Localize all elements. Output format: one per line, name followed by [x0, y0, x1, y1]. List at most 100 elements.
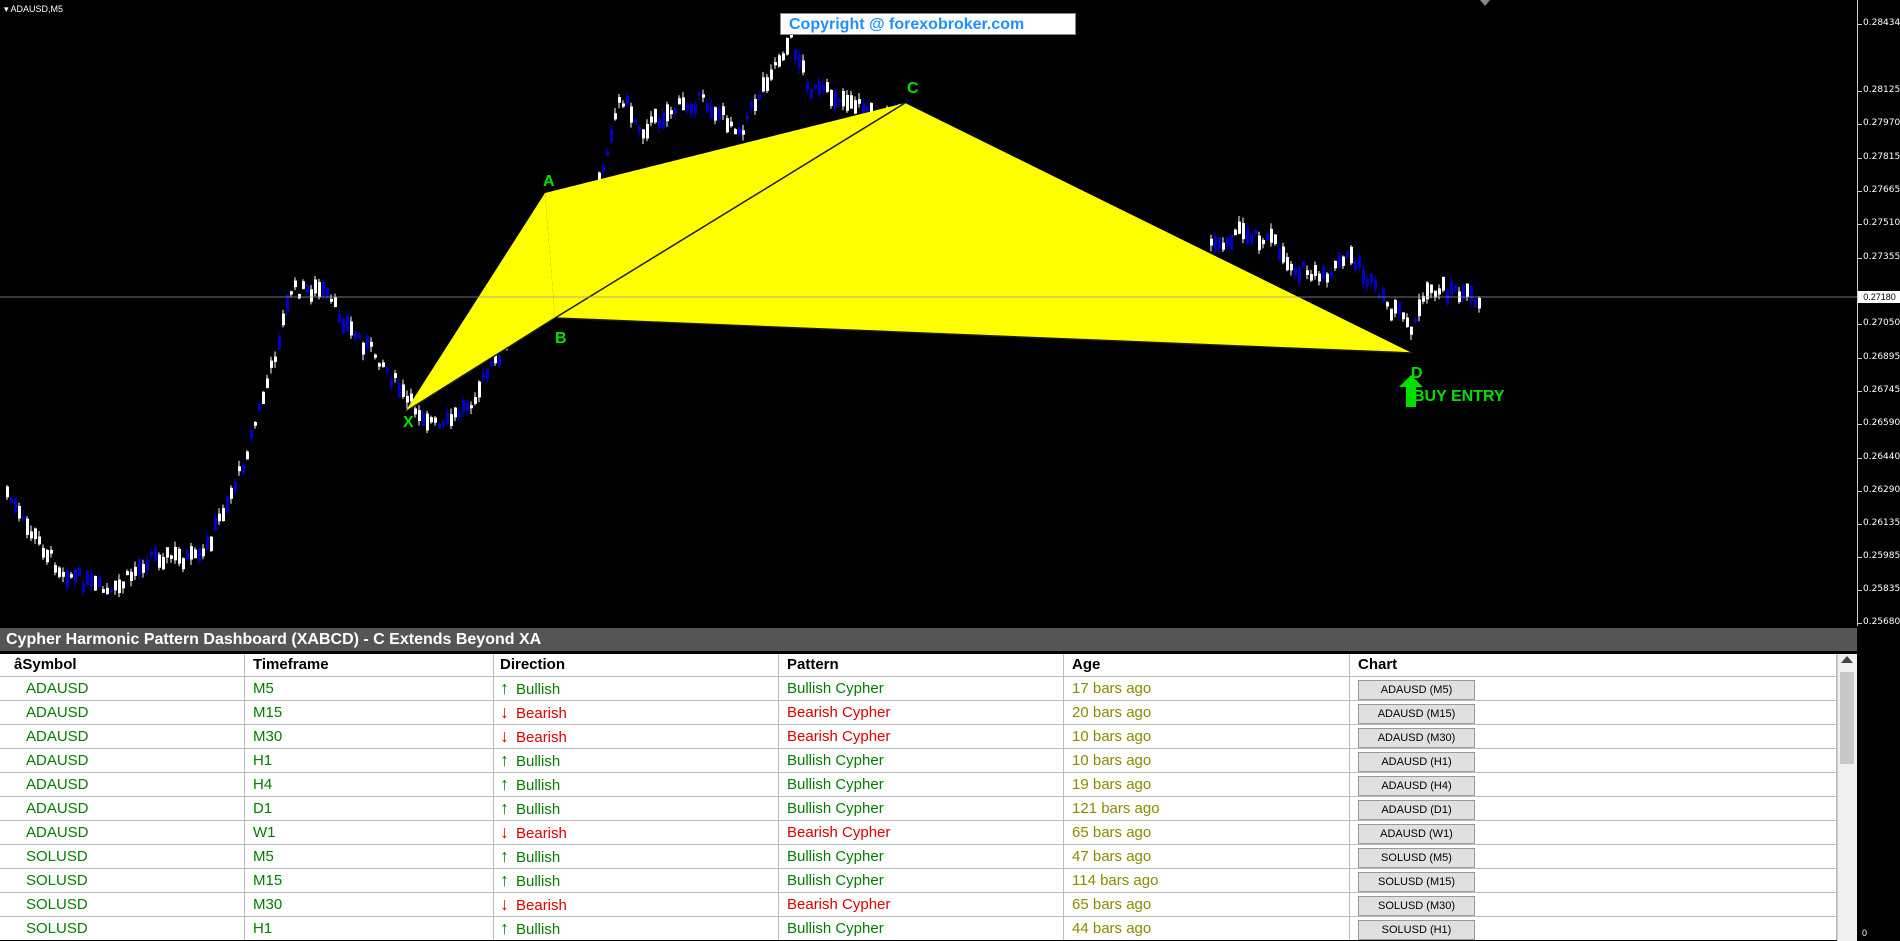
- table-row[interactable]: ADAUSD M30 ↓ Bearish Bearish Cypher 10 bars a…: [0, 724, 1837, 748]
- table-scrollbar[interactable]: [1837, 654, 1857, 941]
- candle-body: [1278, 248, 1281, 261]
- cell-symbol: SOLUSD: [0, 845, 245, 868]
- cell-chart: ADAUSD (M5): [1350, 677, 1837, 700]
- open-chart-button[interactable]: ADAUSD (M30): [1358, 728, 1475, 748]
- candle-body: [122, 581, 125, 589]
- table-row[interactable]: ADAUSD H1 ↑ Bullish Bullish Cypher 10 bars ag…: [0, 748, 1837, 772]
- candle-body: [1334, 260, 1337, 269]
- candle-body: [142, 563, 145, 573]
- table-row[interactable]: SOLUSD H1 ↑ Bullish Bullish Cypher 44 bars ag…: [0, 916, 1837, 940]
- open-chart-button[interactable]: SOLUSD (H1): [1358, 920, 1475, 940]
- candle-body: [194, 549, 197, 559]
- header-timeframe[interactable]: Timeframe: [245, 654, 494, 676]
- price-tick: [1858, 191, 1862, 192]
- open-chart-button[interactable]: ADAUSD (D1): [1358, 800, 1475, 820]
- header-direction[interactable]: Direction: [494, 654, 779, 676]
- chart-canvas[interactable]: [0, 0, 1857, 626]
- scroll-up-icon[interactable]: [1841, 656, 1853, 663]
- price-tick: [1858, 324, 1862, 325]
- open-chart-button[interactable]: ADAUSD (W1): [1358, 824, 1475, 844]
- table-row[interactable]: ADAUSD M5 ↑ Bullish Bullish Cypher 17 bars ag…: [0, 676, 1837, 700]
- cell-age: 17 bars ago: [1064, 677, 1350, 700]
- cell-chart: SOLUSD (M15): [1350, 869, 1837, 892]
- cell-direction: ↓ Bearish: [494, 821, 779, 844]
- cell-timeframe: M5: [245, 845, 494, 868]
- candle-body: [1354, 260, 1357, 271]
- header-pattern[interactable]: Pattern: [779, 654, 1064, 676]
- open-chart-button[interactable]: ADAUSD (M15): [1358, 704, 1475, 724]
- current-price-label: 0.27180: [1858, 291, 1900, 303]
- candle-body: [70, 574, 73, 578]
- scroll-thumb[interactable]: [1840, 672, 1854, 764]
- header-chart[interactable]: Chart: [1350, 654, 1837, 676]
- candle-body: [650, 116, 653, 123]
- open-chart-button[interactable]: SOLUSD (M15): [1358, 872, 1475, 892]
- chart-shift-marker-icon[interactable]: [1480, 0, 1490, 6]
- candle-body: [1370, 274, 1373, 283]
- candle-body: [146, 559, 149, 571]
- candle-body: [1346, 251, 1349, 258]
- candle-body: [1258, 235, 1261, 251]
- candle-body: [218, 513, 221, 522]
- candle-body: [34, 528, 37, 540]
- candle-body: [430, 417, 433, 423]
- candle-body: [258, 404, 261, 411]
- open-chart-button[interactable]: ADAUSD (M5): [1358, 680, 1475, 700]
- cell-symbol: ADAUSD: [0, 701, 245, 724]
- open-chart-button[interactable]: ADAUSD (H4): [1358, 776, 1475, 796]
- candle-body: [38, 536, 41, 545]
- cell-age: 65 bars ago: [1064, 893, 1350, 916]
- header-symbol[interactable]: âSymbol: [0, 654, 245, 676]
- candle-body: [98, 577, 101, 588]
- candle-body: [726, 118, 729, 133]
- price-tick: [1858, 91, 1862, 92]
- dashboard-table: âSymbol Timeframe Direction Pattern Age …: [0, 654, 1837, 940]
- table-row[interactable]: ADAUSD W1 ↓ Bearish Bearish Cypher 65 bars ag…: [0, 820, 1837, 844]
- table-row[interactable]: SOLUSD M5 ↑ Bullish Bullish Cypher 47 bars ag…: [0, 844, 1837, 868]
- point-label-a: A: [543, 173, 555, 190]
- candle-body: [362, 342, 365, 355]
- table-row[interactable]: ADAUSD H4 ↑ Bullish Bullish Cypher 19 bars ag…: [0, 772, 1837, 796]
- open-chart-button[interactable]: ADAUSD (H1): [1358, 752, 1475, 772]
- price-tick: [1858, 424, 1862, 425]
- candle-body: [402, 384, 405, 397]
- copyright-label: Copyright @ forexobroker.com: [780, 13, 1076, 35]
- zero-label: 0: [1862, 928, 1868, 938]
- open-chart-button[interactable]: SOLUSD (M5): [1358, 848, 1475, 868]
- pattern-dashboard: Cypher Harmonic Pattern Dashboard (XABCD…: [0, 628, 1857, 941]
- cell-pattern: Bullish Cypher: [779, 797, 1064, 820]
- candle-body: [754, 99, 757, 111]
- candle-body: [666, 104, 669, 122]
- price-level-label: 0.26895: [1863, 352, 1900, 362]
- candle-body: [1394, 300, 1397, 314]
- cell-direction: ↑ Bullish: [494, 869, 779, 892]
- price-level-label: 0.26440: [1863, 452, 1900, 462]
- candle-body: [6, 486, 9, 498]
- table-row[interactable]: SOLUSD M30 ↓ Bearish Bearish Cypher 65 bars a…: [0, 892, 1837, 916]
- price-level-label: 0.26590: [1863, 418, 1900, 428]
- open-chart-button[interactable]: SOLUSD (M30): [1358, 896, 1475, 916]
- cell-timeframe: M5: [245, 677, 494, 700]
- table-row[interactable]: ADAUSD D1 ↑ Bullish Bullish Cypher 121 bars a…: [0, 796, 1837, 820]
- candle-body: [634, 119, 637, 123]
- cell-direction: ↑ Bullish: [494, 677, 779, 700]
- cell-age: 44 bars ago: [1064, 917, 1350, 940]
- candle-body: [1242, 223, 1245, 240]
- candle-body: [622, 103, 625, 107]
- cell-age: 114 bars ago: [1064, 869, 1350, 892]
- candle-body: [86, 570, 89, 585]
- candle-body: [762, 77, 765, 92]
- table-row[interactable]: SOLUSD M15 ↑ Bullish Bullish Cypher 114 bars …: [0, 868, 1837, 892]
- candle-body: [298, 294, 301, 299]
- candle-body: [794, 49, 797, 61]
- price-level-label: 0.27970: [1863, 118, 1900, 128]
- table-row[interactable]: ADAUSD M15 ↓ Bearish Bearish Cypher 20 bars a…: [0, 700, 1837, 724]
- price-chart[interactable]: ▾ ADAUSD,M5 Copyright @ forexobroker.com…: [0, 0, 1857, 626]
- candle-body: [202, 548, 205, 557]
- price-level-label: 0.25985: [1863, 551, 1900, 561]
- candle-body: [398, 383, 401, 397]
- header-age[interactable]: Age: [1064, 654, 1350, 676]
- candle-body: [1302, 261, 1305, 268]
- candle-body: [350, 321, 353, 336]
- price-axis[interactable]: 0.28434 0.28125 0.27970 0.27815 0.27665 0.275…: [1857, 0, 1900, 627]
